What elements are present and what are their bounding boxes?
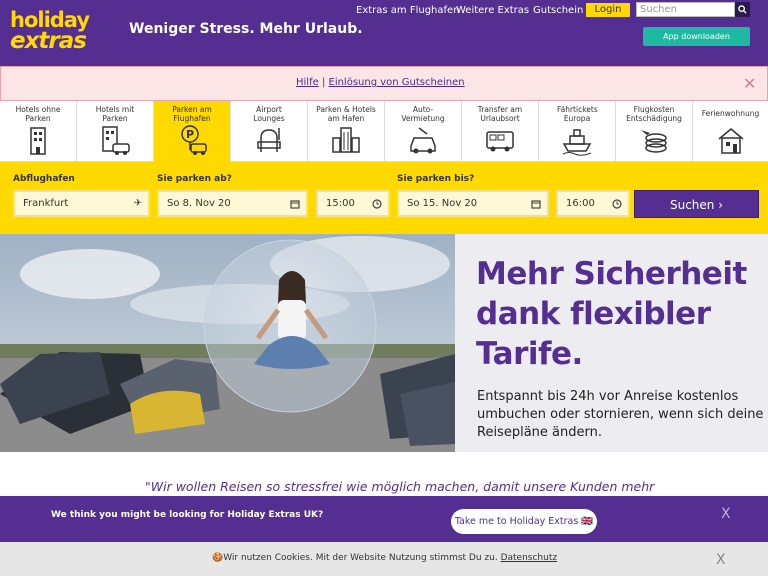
tab-hotels-ohne-parken[interactable]: Hotels ohne Parken	[0, 101, 77, 162]
tab-airport-lounges[interactable]: Airport Lounges	[231, 101, 308, 162]
cookie-message: Wir nutzen Cookies. Mit der Website Nutz…	[223, 553, 498, 563]
nav-gutschein[interactable]: Gutschein	[533, 5, 583, 17]
tab-faehrtickets-europa[interactable]: Fährtickets Europa	[539, 101, 616, 162]
tab-parken-am-flughafen[interactable]: Parken am Flughafen P	[154, 101, 231, 162]
hero-image-meditating-woman-parking	[0, 234, 455, 452]
site-header: holiday extras Weniger Stress. Mehr Urla…	[0, 0, 768, 66]
info-bar: Hilfe | Einlösung von Gutscheinen ✕	[0, 66, 768, 101]
tab-ferienwohnung[interactable]: Ferienwohnung	[693, 101, 768, 162]
hero-subtitle: Entspannt bis 24h vor Anreise kostenlos …	[477, 389, 764, 440]
tab-label: Fährtickets Europa	[557, 105, 598, 123]
tab-transfer-am-urlaubsort[interactable]: Transfer am Urlaubsort	[462, 101, 539, 162]
tagline: Weniger Stress. Mehr Urlaub.	[129, 21, 363, 37]
login-button[interactable]: Login	[586, 3, 630, 17]
tab-auto-vermietung[interactable]: Auto-Vermietung	[385, 101, 462, 162]
banner-text: We think you might be looking for Holida…	[51, 510, 324, 520]
to-time-value: 16:00	[566, 198, 595, 209]
from-time-field[interactable]: 15:00	[316, 190, 390, 217]
cookie-icon: 🍪	[212, 553, 224, 563]
nav-weitere-extras[interactable]: Weitere Extras	[456, 5, 529, 17]
logo-line-extras: extras	[10, 28, 87, 54]
tab-flugkosten-entschaedigung[interactable]: Flugkosten Entschädigung	[616, 101, 693, 162]
ferry-icon	[562, 129, 592, 156]
tab-label: Hotels mit Parken	[95, 105, 135, 123]
info-links: Hilfe | Einlösung von Gutscheinen	[296, 77, 465, 88]
car-rental-icon	[410, 127, 436, 154]
calendar-icon	[531, 192, 541, 218]
link-separator: |	[321, 77, 326, 88]
compensation-coins-icon	[641, 130, 667, 153]
port-hotel-icon	[332, 127, 360, 153]
holiday-extras-logo[interactable]: holiday extras	[10, 10, 92, 56]
tab-label: Parken & Hotels am Hafen	[316, 105, 376, 123]
tab-hotels-mit-parken[interactable]: Hotels mit Parken	[77, 101, 154, 162]
to-date-field[interactable]: So 15. Nov 20	[397, 190, 549, 217]
close-icon[interactable]: X	[721, 506, 731, 522]
app-download-button[interactable]: App downloaden	[643, 27, 750, 46]
plane-icon: ✈	[133, 198, 142, 209]
tab-label: Auto-Vermietung	[401, 105, 445, 123]
go-to-uk-button[interactable]: Take me to Holiday Extras 🇬🇧	[451, 509, 597, 534]
help-link[interactable]: Hilfe	[296, 77, 319, 88]
hotel-building-icon	[30, 127, 46, 155]
hero-title: Mehr Sicherheit dank flexibler Tarife.	[476, 256, 747, 372]
transfer-van-icon	[486, 131, 514, 152]
hotel-car-icon	[102, 126, 130, 155]
hero-promo-panel: Mehr Sicherheit dank flexibler Tarife. E…	[455, 234, 768, 452]
privacy-link[interactable]: Datenschutz	[501, 553, 558, 563]
clock-icon	[612, 192, 622, 218]
to-date-value: So 15. Nov 20	[407, 198, 478, 209]
to-time-field[interactable]: 16:00	[556, 190, 630, 217]
cookie-text: 🍪Wir nutzen Cookies. Mit der Website Nut…	[212, 553, 557, 563]
from-date-value: So 8. Nov 20	[167, 198, 231, 209]
airport-select[interactable]: Frankfurt ✈	[13, 190, 150, 217]
site-search-input[interactable]: Suchen	[636, 2, 735, 17]
lounge-chair-icon	[257, 128, 281, 152]
from-time-value: 15:00	[326, 198, 355, 209]
calendar-icon	[290, 192, 300, 218]
to-label: Sie parken bis?	[397, 174, 475, 184]
product-tabs: Hotels ohne Parken Hotels mit Parken Par…	[0, 101, 768, 162]
voucher-link[interactable]: Einlösung von Gutscheinen	[329, 77, 465, 88]
airport-parking-icon: P	[181, 125, 207, 155]
tab-label: Parken am Flughafen	[172, 105, 212, 123]
tab-label: Ferienwohnung	[701, 109, 760, 118]
tab-label: Airport Lounges	[253, 105, 285, 123]
search-icon[interactable]	[735, 2, 750, 17]
parking-search-form: Abflughafen Frankfurt ✈ Sie parken ab? S…	[0, 162, 768, 234]
tab-parken-hotels-am-hafen[interactable]: Parken & Hotels am Hafen	[308, 101, 385, 162]
uk-site-banner: We think you might be looking for Holida…	[0, 496, 768, 542]
from-label: Sie parken ab?	[157, 174, 232, 184]
nav-extras-am-flughafen[interactable]: Extras am Flughafen	[356, 5, 460, 17]
search-submit-button[interactable]: Suchen ›	[634, 190, 759, 218]
company-quote: "Wir wollen Reisen so stressfrei wie mög…	[145, 479, 655, 494]
tab-label: Hotels ohne Parken	[15, 105, 61, 123]
holiday-home-icon	[718, 128, 744, 154]
cookie-bar: 🍪Wir nutzen Cookies. Mit der Website Nut…	[0, 542, 768, 576]
svg-text:P: P	[186, 128, 194, 141]
airport-value: Frankfurt	[23, 198, 69, 209]
close-icon[interactable]: ✕	[743, 74, 756, 93]
tab-label: Transfer am Urlaubsort	[477, 105, 523, 123]
close-icon[interactable]: X	[716, 552, 726, 568]
search-button-label: Suchen	[669, 198, 715, 212]
tab-label: Flugkosten Entschädigung	[626, 105, 682, 123]
airport-label: Abflughafen	[13, 174, 75, 184]
chevron-right-icon: ›	[718, 198, 724, 212]
clock-icon	[372, 192, 382, 218]
from-date-field[interactable]: So 8. Nov 20	[157, 190, 308, 217]
